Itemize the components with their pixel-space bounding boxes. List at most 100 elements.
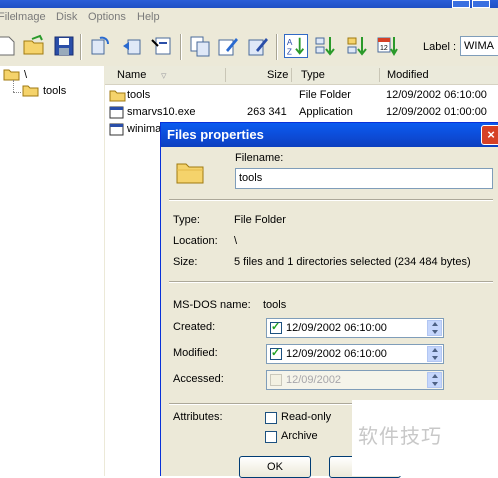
close-icon[interactable]: ×: [481, 125, 498, 145]
modified-checkbox[interactable]: [270, 346, 282, 360]
watermark: 软件技巧: [352, 400, 498, 476]
file-name: smarvs10.exe: [127, 106, 196, 118]
tree-connector: [13, 80, 14, 92]
folder-icon: [22, 85, 39, 97]
toolbar-separator: [80, 34, 82, 60]
file-type: Application: [299, 106, 353, 118]
menu-file[interactable]: File: [0, 11, 16, 23]
column-name[interactable]: Name: [117, 69, 146, 81]
toolbar-separator: [276, 34, 278, 60]
sort-type-icon[interactable]: [346, 34, 370, 58]
main-title-bar: [0, 0, 498, 8]
tree-item-root[interactable]: \: [3, 68, 27, 81]
dialog-title: Files properties: [167, 127, 264, 142]
ok-button[interactable]: OK: [239, 456, 311, 478]
attributes-label: Attributes:: [173, 411, 223, 423]
application-icon: [109, 106, 124, 119]
label-input[interactable]: WIMA: [460, 36, 498, 56]
folder-icon: [109, 90, 126, 102]
toolbar: AZ 12 Label : WIMA: [0, 28, 498, 67]
column-divider[interactable]: [291, 68, 292, 82]
file-name: winima: [127, 123, 162, 135]
readonly-checkbox[interactable]: [265, 412, 277, 424]
folder-tree: \ tools: [0, 66, 105, 476]
readonly-label[interactable]: Read-only: [281, 411, 331, 423]
column-type[interactable]: Type: [301, 69, 325, 81]
list-item[interactable]: tools File Folder 12/09/2002 06:10:00: [105, 88, 498, 104]
tree-item-label: \: [24, 68, 28, 81]
sort-size-icon[interactable]: [314, 34, 338, 58]
open-folder-icon[interactable]: [22, 34, 46, 58]
svg-text:A: A: [287, 38, 293, 47]
minimize-button[interactable]: [452, 0, 470, 8]
filename-field[interactable]: tools: [235, 168, 493, 189]
menu-bar: File Image Disk Options Help: [0, 8, 498, 28]
file-type: File Folder: [299, 89, 351, 101]
inject-icon[interactable]: [120, 34, 144, 58]
svg-text:Z: Z: [287, 47, 292, 56]
close-window-button[interactable]: [472, 0, 490, 8]
column-size[interactable]: Size: [267, 69, 288, 81]
accessed-checkbox[interactable]: [270, 374, 282, 386]
column-divider[interactable]: [225, 68, 226, 82]
modified-date-field[interactable]: 12/09/2002 06:10:00: [266, 344, 444, 364]
rename-icon[interactable]: [246, 34, 270, 58]
archive-label[interactable]: Archive: [281, 430, 318, 442]
archive-checkbox[interactable]: [265, 431, 277, 443]
created-spin-icon[interactable]: [427, 320, 442, 336]
column-modified[interactable]: Modified: [387, 69, 429, 81]
file-size: 263 341: [247, 106, 287, 118]
extract-icon[interactable]: [88, 34, 112, 58]
sort-name-icon[interactable]: AZ: [284, 34, 308, 58]
copy-icon[interactable]: [188, 34, 212, 58]
modified-label: Modified:: [173, 347, 218, 359]
size-value: 5 files and 1 directories selected (234 …: [234, 256, 471, 268]
accessed-value: 12/09/2002: [286, 374, 342, 386]
msdos-name-value: tools: [263, 299, 287, 311]
accessed-label: Accessed:: [173, 373, 224, 385]
created-value: 12/09/2002 06:10:00: [286, 322, 387, 334]
accessed-spin-icon[interactable]: [427, 372, 442, 388]
menu-options[interactable]: Options: [88, 11, 126, 23]
tree-connector: [13, 92, 21, 93]
file-name: tools: [127, 89, 151, 101]
size-label: Size:: [173, 256, 198, 268]
menu-help[interactable]: Help: [137, 11, 160, 23]
edit-icon[interactable]: [216, 34, 240, 58]
list-header: Name ▿ Size Type Modified: [105, 66, 498, 85]
properties-icon[interactable]: [150, 34, 174, 58]
menu-disk[interactable]: Disk: [56, 11, 77, 23]
svg-text:12: 12: [380, 45, 388, 52]
label-caption: Label :: [423, 41, 457, 53]
location-value: \: [234, 235, 238, 247]
location-label: Location:: [173, 235, 218, 247]
menu-image[interactable]: Image: [15, 11, 46, 23]
divider: [169, 199, 493, 201]
accessed-date-field[interactable]: 12/09/2002: [266, 370, 444, 390]
folder-icon: [176, 163, 204, 184]
divider: [169, 281, 493, 283]
tree-item-label: tools: [43, 84, 67, 97]
column-divider[interactable]: [379, 68, 380, 82]
file-modified: 12/09/2002 01:00:00: [386, 106, 487, 118]
folder-icon: [3, 69, 20, 81]
dialog-title-bar[interactable]: Files properties ×: [161, 123, 498, 147]
tree-item-tools[interactable]: tools: [22, 84, 66, 97]
filename-label: Filename:: [235, 152, 284, 164]
application-icon: [109, 123, 124, 136]
created-date-field[interactable]: 12/09/2002 06:10:00: [266, 318, 444, 338]
sort-arrow-icon: ▿: [161, 70, 167, 82]
msdos-name-label: MS-DOS name:: [173, 299, 251, 311]
type-label: Type:: [173, 214, 200, 226]
modified-value: 12/09/2002 06:10:00: [286, 348, 387, 360]
sort-date-icon[interactable]: 12: [376, 34, 400, 58]
modified-spin-icon[interactable]: [427, 346, 442, 362]
file-modified: 12/09/2002 06:10:00: [386, 89, 487, 101]
save-icon[interactable]: [52, 34, 76, 58]
new-icon[interactable]: [0, 34, 18, 58]
toolbar-separator: [180, 34, 182, 60]
list-item[interactable]: smarvs10.exe 263 341 Application 12/09/2…: [105, 105, 498, 121]
created-checkbox[interactable]: [270, 320, 282, 334]
type-value: File Folder: [234, 214, 286, 226]
created-label: Created:: [173, 321, 216, 333]
